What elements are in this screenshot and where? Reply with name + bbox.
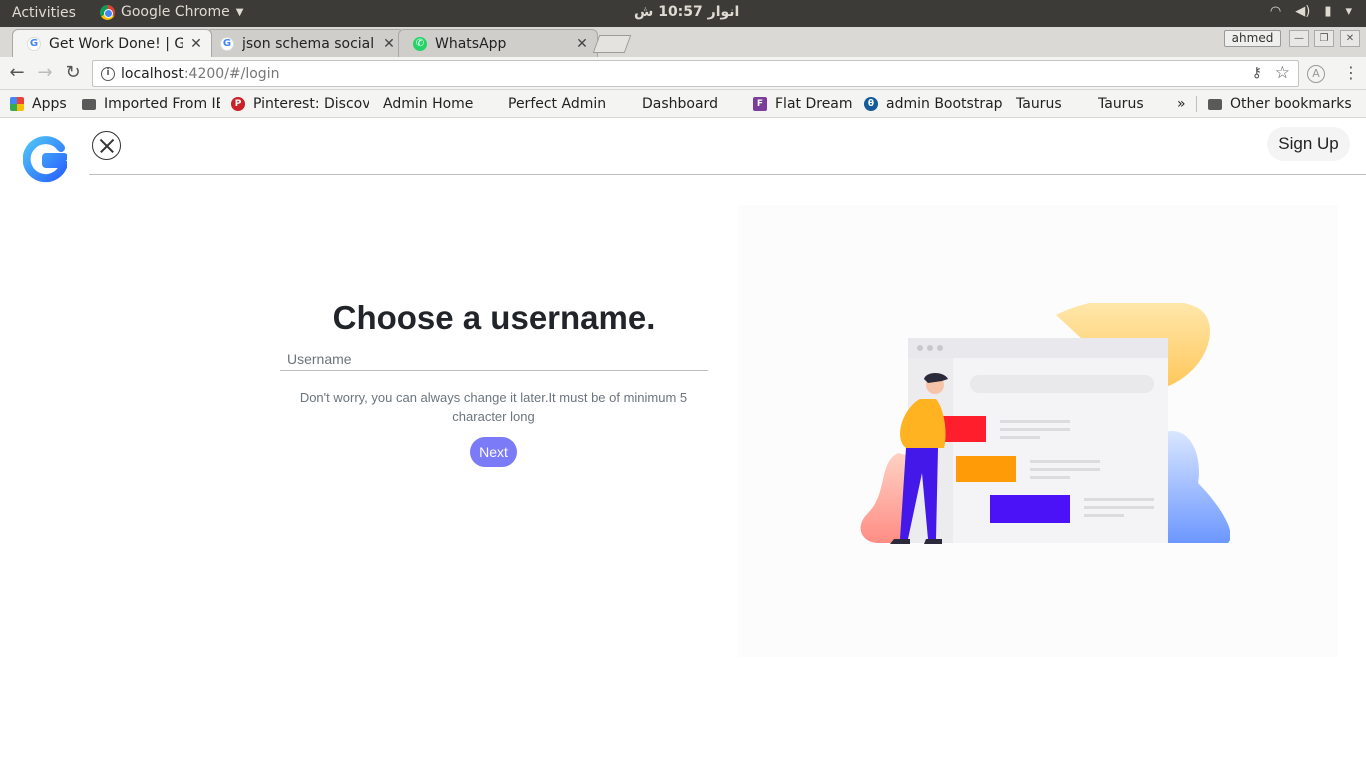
url-host: localhost xyxy=(121,65,184,82)
illustration-image xyxy=(860,303,1230,544)
bookmark-label: Flat Dream xyxy=(775,96,853,112)
bookmark-pinterest[interactable]: P Pinterest: Discover xyxy=(231,94,369,114)
activities-button[interactable]: Activities xyxy=(12,5,76,21)
chrome-icon xyxy=(100,4,115,20)
close-icon[interactable]: ✕ xyxy=(575,36,589,52)
key-icon[interactable]: ⚷ xyxy=(1252,65,1262,81)
info-icon[interactable]: i xyxy=(101,66,115,81)
wifi-icon[interactable]: ◠ xyxy=(1270,4,1281,19)
bookmark-label: admin Bootstrap xyxy=(886,96,1002,112)
username-input[interactable] xyxy=(280,347,708,371)
next-button[interactable]: Next xyxy=(470,437,517,467)
illustration-panel xyxy=(738,205,1338,657)
tab-title: json schema social xyxy=(242,35,375,52)
extension-icon[interactable]: A xyxy=(1307,65,1325,83)
app-menu-label: Google Chrome xyxy=(121,4,230,20)
bootstrap-icon: θ xyxy=(864,97,878,111)
bookmark-label: Taurus xyxy=(1016,96,1062,112)
bookmark-label: Imported From IE xyxy=(104,96,220,112)
bookmark-other[interactable]: Other bookmarks xyxy=(1208,94,1352,114)
forward-icon[interactable]: → xyxy=(35,63,55,83)
page-title: Choose a username. xyxy=(332,299,656,336)
app-menu[interactable]: Google Chrome ▼ xyxy=(100,4,243,20)
apps-icon xyxy=(10,97,24,111)
bookmark-dashboard[interactable]: Dashboard xyxy=(642,94,718,114)
system-tray[interactable]: ◠ ◀) ▮ ▾ xyxy=(1270,4,1352,19)
battery-icon[interactable]: ▮ xyxy=(1324,4,1331,19)
bookmark-perfect-admin[interactable]: Perfect Admin xyxy=(508,94,606,114)
page-content: Sign Up Choose a username. Don't worry, … xyxy=(0,118,1366,768)
bookmark-label: Perfect Admin xyxy=(508,96,607,112)
address-bar[interactable]: i localhost :4200/#/login ⚷ ☆ xyxy=(92,60,1299,87)
bookmark-apps[interactable]: Apps xyxy=(10,94,67,114)
whatsapp-icon: ✆ xyxy=(413,36,427,51)
tab-strip: G Get Work Done! | Gaaan ✕ G json schema… xyxy=(0,27,1366,57)
minimize-icon[interactable]: — xyxy=(1289,30,1309,47)
bookmark-taurus[interactable]: Taurus xyxy=(1016,94,1062,114)
tab-whatsapp[interactable]: ✆ WhatsApp ✕ xyxy=(398,29,598,57)
logo-icon[interactable] xyxy=(23,136,67,184)
divider xyxy=(1196,96,1197,112)
tab-json-schema[interactable]: G json schema social ✕ xyxy=(205,29,405,57)
bookmark-label: Other bookmarks xyxy=(1230,96,1352,112)
back-icon[interactable]: ← xyxy=(7,63,27,83)
bookmark-label: Dashboard xyxy=(642,96,718,112)
close-window-icon[interactable]: ✕ xyxy=(1340,30,1360,47)
tab-title: WhatsApp xyxy=(435,35,507,52)
folder-icon xyxy=(82,98,96,110)
tab-title: Get Work Done! | Gaaan xyxy=(49,35,183,52)
username-hint: Don't worry, you can always change it la… xyxy=(299,390,688,424)
close-button[interactable] xyxy=(92,131,121,160)
pinterest-icon: P xyxy=(231,97,245,111)
bookmarks-bar: Apps Imported From IE P Pinterest: Disco… xyxy=(0,90,1366,118)
volume-icon[interactable]: ◀) xyxy=(1295,4,1310,19)
chevron-down-icon[interactable]: ▾ xyxy=(1345,4,1352,19)
clock[interactable]: انوار 10:57 ش xyxy=(634,4,739,20)
bookmark-label: Taurus xyxy=(1098,96,1144,112)
url-path: :4200/#/login xyxy=(183,65,280,82)
tab-get-work-done[interactable]: G Get Work Done! | Gaaan ✕ xyxy=(12,29,212,57)
bookmark-label: Apps xyxy=(32,96,67,112)
divider xyxy=(89,174,1366,175)
browser-toolbar: ← → ↻ i localhost :4200/#/login ⚷ ☆ A ⋮ xyxy=(0,57,1366,90)
reload-icon[interactable]: ↻ xyxy=(63,63,83,83)
bookmark-imported[interactable]: Imported From IE xyxy=(82,94,220,114)
bookmark-admin-bootstrap[interactable]: θ admin Bootstrap xyxy=(864,94,1002,114)
bookmark-label: Pinterest: Discover xyxy=(253,96,369,112)
flatdream-icon: F xyxy=(753,97,767,111)
maximize-icon[interactable]: ❐ xyxy=(1314,30,1334,47)
close-icon[interactable]: ✕ xyxy=(189,36,203,52)
bookmark-flat-dream[interactable]: F Flat Dream xyxy=(753,94,853,114)
close-icon[interactable]: ✕ xyxy=(382,36,396,52)
chevron-down-icon: ▼ xyxy=(235,6,244,18)
bookmark-taurus-2[interactable]: Taurus xyxy=(1098,94,1144,114)
sign-up-button[interactable]: Sign Up xyxy=(1267,127,1350,161)
folder-icon xyxy=(1208,98,1222,110)
profile-button[interactable]: ahmed xyxy=(1224,30,1281,47)
google-icon: G xyxy=(220,36,234,51)
os-top-panel: Activities Google Chrome ▼ انوار 10:57 ش… xyxy=(0,0,1366,27)
menu-icon[interactable]: ⋮ xyxy=(1343,63,1359,82)
bookmark-admin-home[interactable]: Admin Home xyxy=(383,94,473,114)
bookmark-label: Admin Home xyxy=(383,96,474,112)
bookmarks-overflow-button[interactable]: » xyxy=(1177,94,1186,114)
google-icon: G xyxy=(27,36,41,51)
new-tab-button[interactable] xyxy=(592,35,632,53)
star-icon[interactable]: ☆ xyxy=(1275,63,1290,83)
